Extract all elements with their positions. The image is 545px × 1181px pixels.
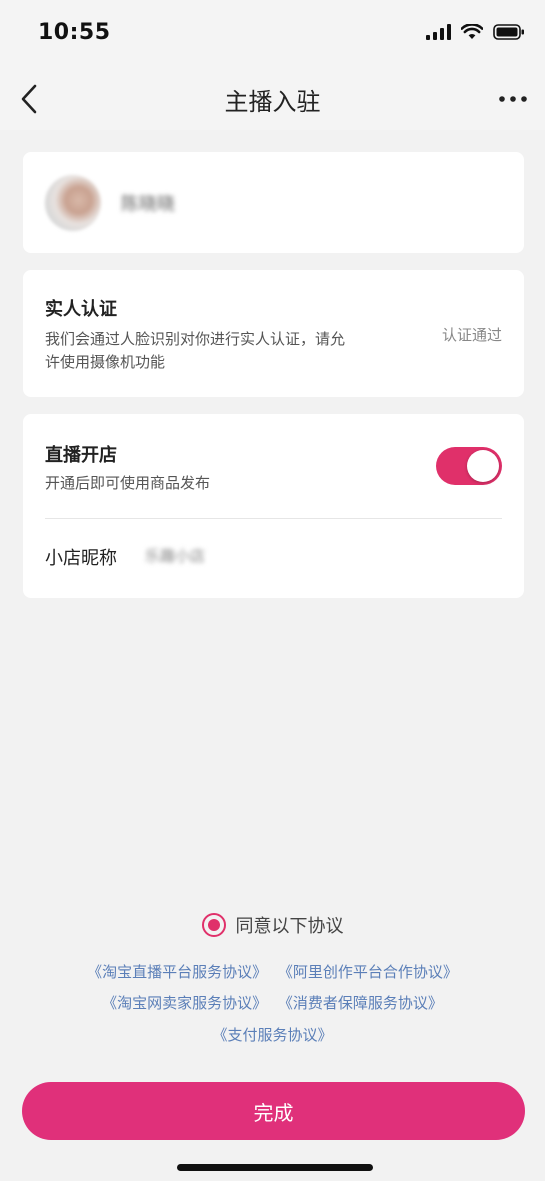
agreement-links-row2: 《淘宝网卖家服务协议》 《消费者保障服务协议》 <box>0 992 545 1013</box>
agree-radio[interactable] <box>201 913 226 937</box>
divider <box>45 518 502 519</box>
live-shop-toggle[interactable] <box>436 447 502 485</box>
live-shop-card: 直播开店 开通后即可使用商品发布 小店昵称 乐趣小店 <box>23 414 524 598</box>
toggle-knob <box>467 450 499 482</box>
live-shop-title: 直播开店 <box>45 445 117 466</box>
status-bar: 10:55 <box>0 0 545 68</box>
profile-card: 陈晓晓 <box>23 152 524 253</box>
avatar <box>45 175 101 231</box>
agreement-links-row3: 《支付服务协议》 <box>0 1024 545 1045</box>
battery-icon <box>493 24 524 40</box>
signal-icon <box>426 24 451 40</box>
agreement-link-creator-platform[interactable]: 《阿里创作平台合作协议》 <box>278 961 458 982</box>
more-button[interactable] <box>495 82 531 116</box>
status-icons <box>426 24 525 40</box>
verification-title: 实人认证 <box>45 299 117 320</box>
home-indicator <box>177 1164 373 1171</box>
nav-bar: 主播入驻 <box>0 68 545 130</box>
username: 陈晓晓 <box>121 194 175 215</box>
agreement-link-seller[interactable]: 《淘宝网卖家服务协议》 <box>102 992 267 1013</box>
complete-button[interactable]: 完成 <box>22 1082 525 1140</box>
verification-description-line1: 我们会通过人脸识别对你进行实人认证，请允 <box>45 330 346 348</box>
agreement-link-payment[interactable]: 《支付服务协议》 <box>212 1024 332 1045</box>
page-title: 主播入驻 <box>224 88 321 116</box>
verification-card[interactable]: 实人认证 我们会通过人脸识别对你进行实人认证，请允 许使用摄像机功能 认证通过 <box>23 270 524 397</box>
radio-dot <box>207 919 220 931</box>
verification-description-line2: 许使用摄像机功能 <box>45 353 166 371</box>
agreement-label: 同意以下协议 <box>235 916 344 937</box>
agreement-link-live-platform[interactable]: 《淘宝直播平台服务协议》 <box>87 961 267 982</box>
live-shop-description: 开通后即可使用商品发布 <box>45 474 211 492</box>
screen: 10:55 主播入驻 陈晓晓 实人认证 我们会通过人脸识别对你进行实人认证，请允… <box>0 0 545 1181</box>
status-time: 10:55 <box>38 20 111 45</box>
shop-nickname-value[interactable]: 乐趣小店 <box>145 545 205 566</box>
verification-status: 认证通过 <box>441 326 502 344</box>
agreement-links-row1: 《淘宝直播平台服务协议》 《阿里创作平台合作协议》 <box>0 961 545 982</box>
agreement-row: 同意以下协议 <box>0 912 545 938</box>
wifi-icon <box>461 24 483 39</box>
more-dots-icon <box>499 96 527 102</box>
shop-nickname-label: 小店昵称 <box>45 548 117 569</box>
agreement-link-consumer-protection[interactable]: 《消费者保障服务协议》 <box>278 992 443 1013</box>
